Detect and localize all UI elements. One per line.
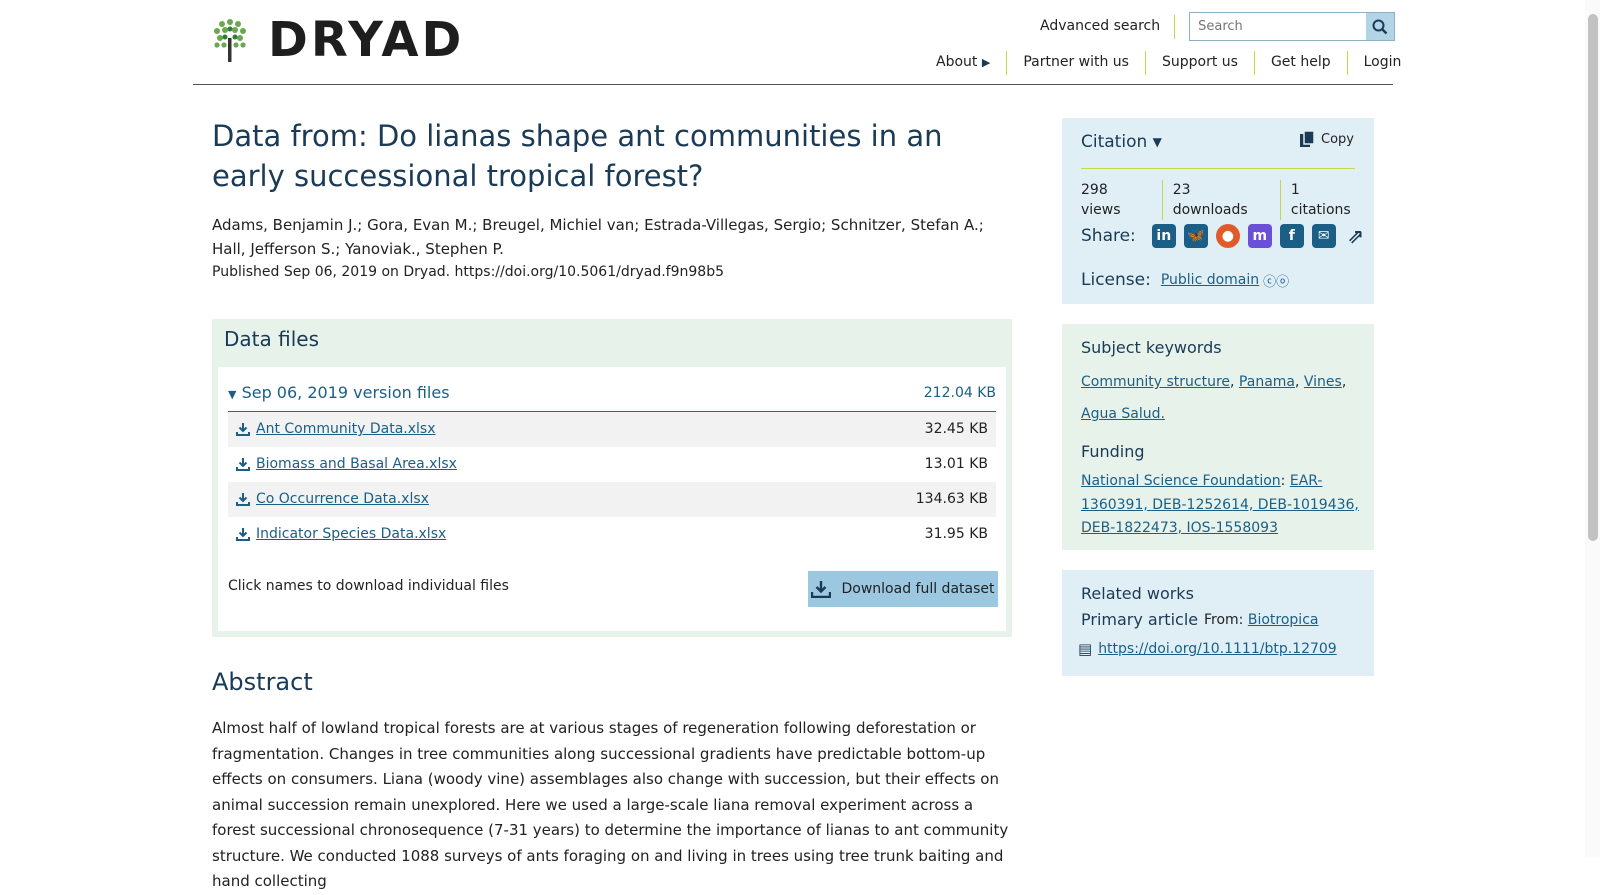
citation-panel: Citation ▼ Copy 298 views 23 downloads 1… — [1062, 118, 1374, 304]
nav-about-label: About — [936, 54, 978, 70]
share-label: Share: — [1081, 226, 1136, 246]
data-files-heading: Data files — [224, 327, 319, 351]
nav-about[interactable]: About ▶ — [920, 51, 1006, 75]
caret-down-icon: ▼ — [1152, 135, 1162, 149]
keyword-link[interactable]: Panama — [1239, 374, 1295, 390]
citation-label: Citation — [1081, 132, 1148, 152]
related-works-heading: Related works — [1081, 584, 1194, 603]
from-label: From: — [1204, 612, 1244, 628]
related-doi: ▤ https://doi.org/10.1111/btp.12709 — [1078, 640, 1337, 658]
download-full-dataset-button[interactable]: Download full dataset — [808, 571, 998, 607]
search-button[interactable] — [1366, 13, 1395, 40]
views-count: 298 views — [1081, 182, 1121, 218]
file-link-ant-community[interactable]: Ant Community Data.xlsx — [256, 421, 436, 437]
primary-article-label: Primary article — [1081, 610, 1199, 629]
download-icon — [236, 528, 250, 541]
license-label: License: — [1081, 270, 1151, 290]
downloads-count: 23 downloads — [1161, 180, 1280, 220]
keyword-link[interactable]: Community structure — [1081, 374, 1230, 390]
download-full-label: Download full dataset — [841, 581, 995, 597]
search-input[interactable] — [1190, 13, 1367, 40]
email-icon[interactable]: ✉ — [1311, 224, 1336, 248]
logo-wordmark: DRYAD — [268, 12, 465, 68]
funding-heading: Funding — [1081, 442, 1145, 461]
citation-toggle[interactable]: Citation ▼ — [1081, 132, 1162, 152]
download-icon — [236, 423, 250, 436]
bluesky-icon[interactable]: 🦋 — [1183, 224, 1208, 248]
keyword-link[interactable]: Agua Salud. — [1081, 406, 1165, 422]
version-toggle[interactable]: ▼ Sep 06, 2019 version files 212.04 KB — [228, 383, 996, 412]
download-hint: Click names to download individual files — [228, 578, 509, 594]
citations-count: 1 citations — [1279, 180, 1374, 220]
caret-right-icon: ▶ — [981, 56, 991, 69]
download-icon — [811, 581, 832, 598]
file-size: 32.45 KB — [924, 421, 988, 437]
file-link-biomass[interactable]: Biomass and Basal Area.xlsx — [256, 456, 457, 472]
keyword-list: Community structure, Panama, Vines, Agua… — [1081, 374, 1347, 422]
funder-link[interactable]: National Science Foundation — [1081, 473, 1281, 489]
copy-citation-button[interactable]: Copy — [1299, 130, 1354, 148]
dataset-authors: Adams, Benjamin J.; Gora, Evan M.; Breug… — [212, 216, 984, 258]
file-link-co-occurrence[interactable]: Co Occurrence Data.xlsx — [256, 491, 429, 507]
linkedin-icon[interactable]: in — [1151, 224, 1176, 248]
nav-support[interactable]: Support us — [1144, 51, 1254, 75]
file-list: ▼ Sep 06, 2019 version files 212.04 KB A… — [218, 367, 1006, 631]
related-works-panel: Related works Primary article From: Biot… — [1062, 570, 1374, 676]
abstract-heading: Abstract — [212, 668, 313, 696]
scrollbar-thumb[interactable] — [1588, 14, 1598, 541]
file-link-indicator-species[interactable]: Indicator Species Data.xlsx — [256, 526, 446, 542]
keyword-link[interactable]: Vines — [1304, 374, 1342, 390]
data-files-panel: Data files ▼ Sep 06, 2019 version files … — [212, 319, 1012, 637]
cc-zero-icon: ⓒⓞ — [1263, 274, 1290, 290]
download-icon — [236, 458, 250, 471]
mastodon-icon[interactable]: m — [1247, 224, 1272, 248]
header-divider — [193, 84, 1393, 85]
share-icon[interactable]: ⇗ — [1344, 224, 1368, 248]
file-row: Biomass and Basal Area.xlsx 13.01 KB — [228, 447, 996, 482]
journal-link[interactable]: Biotropica — [1248, 612, 1319, 628]
from-journal: From: Biotropica — [1204, 612, 1318, 628]
license-link[interactable]: Public domain — [1161, 272, 1259, 288]
keywords-heading: Subject keywords — [1081, 338, 1222, 357]
header-utility: Advanced search — [1040, 12, 1396, 41]
copy-icon — [1300, 130, 1315, 147]
tree-logo-icon — [214, 19, 246, 62]
license-row: License: Public domain ⓒⓞ — [1081, 270, 1289, 290]
file-size: 13.01 KB — [924, 456, 988, 472]
reddit-icon[interactable]: ● — [1215, 224, 1240, 248]
article-icon: ▤ — [1078, 640, 1093, 658]
nav-partner[interactable]: Partner with us — [1006, 51, 1145, 75]
metrics: 298 views 23 downloads 1 citations — [1081, 180, 1374, 220]
caret-down-icon: ▼ — [228, 388, 237, 401]
search-icon — [1372, 19, 1388, 34]
related-doi-link[interactable]: https://doi.org/10.1111/btp.12709 — [1098, 641, 1337, 657]
publication-info: Published Sep 06, 2019 on Dryad. https:/… — [212, 264, 724, 280]
advanced-search-link[interactable]: Advanced search — [1040, 14, 1176, 39]
version-label: Sep 06, 2019 version files — [241, 383, 450, 402]
share-row: Share: in 🦋 ● m f ✉ ⇗ — [1081, 224, 1368, 248]
abstract-text: Almost half of lowland tropical forests … — [212, 719, 1009, 890]
nav-login[interactable]: Login — [1346, 51, 1418, 75]
download-icon — [236, 493, 250, 506]
copy-label: Copy — [1321, 131, 1354, 147]
file-row: Indicator Species Data.xlsx 31.95 KB — [228, 517, 996, 552]
funding-info: National Science Foundation: EAR-1360391… — [1081, 473, 1359, 536]
facebook-icon[interactable]: f — [1279, 224, 1304, 248]
citation-divider — [1081, 168, 1355, 169]
search-form — [1189, 12, 1396, 41]
dataset-title: Data from: Do lianas shape ant communiti… — [212, 119, 943, 193]
main-nav: About ▶ Partner with us Support us Get h… — [920, 51, 1417, 75]
nav-help[interactable]: Get help — [1253, 51, 1347, 75]
keywords-panel: Subject keywords Community structure, Pa… — [1062, 324, 1374, 550]
dryad-logo[interactable]: DRYAD — [212, 16, 464, 64]
file-row: Co Occurrence Data.xlsx 134.63 KB — [228, 482, 996, 517]
file-row: Ant Community Data.xlsx 32.45 KB — [228, 412, 996, 447]
version-size: 212.04 KB — [923, 385, 996, 401]
file-size: 134.63 KB — [915, 491, 988, 507]
version-label-wrap: ▼ Sep 06, 2019 version files — [228, 383, 450, 402]
file-size: 31.95 KB — [924, 526, 988, 542]
